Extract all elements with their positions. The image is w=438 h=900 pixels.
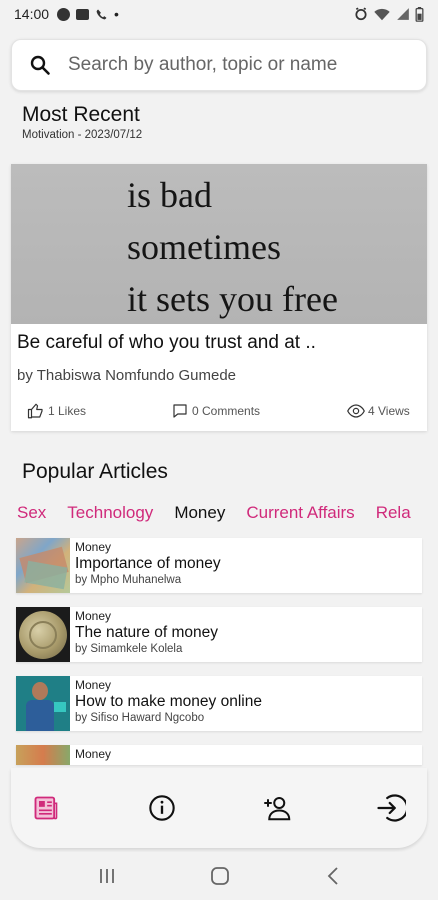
article-category: Money [75,678,112,692]
app-notification-icon [57,7,71,21]
status-bar: 14:00 • [0,0,438,28]
image-text-line: sometimes [127,227,281,267]
search-icon [30,55,50,75]
views-stat: 4 Views [347,402,410,420]
article-author: by Simamkele Kolela [75,643,183,655]
likes-stat[interactable]: 1 Likes [27,402,86,420]
nav-add-user-button[interactable] [262,792,294,824]
featured-article-title[interactable]: Be careful of who you trust and at .. [17,332,316,354]
comments-stat[interactable]: 0 Comments [171,402,260,420]
list-item[interactable]: Money The nature of money by Simamkele K… [16,607,422,662]
nav-info-button[interactable] [146,792,178,824]
views-count: 4 Views [368,404,410,418]
comment-icon [173,404,187,418]
article-author: by Mpho Muhanelwa [75,574,182,586]
image-text-line: it sets you free [127,279,338,319]
recent-apps-icon[interactable] [95,864,119,888]
popular-articles-heading: Popular Articles [22,460,168,483]
list-item[interactable]: Money How to make money online by Sifiso… [16,676,422,731]
articles-icon [34,796,58,820]
tab-money[interactable]: Money [174,503,225,523]
article-thumbnail [16,676,70,731]
dot-indicator: • [114,6,119,22]
comments-count: 0 Comments [192,404,261,418]
thumbs-up-icon [27,403,43,419]
article-category: Money [75,609,112,623]
article-thumbnail [16,538,70,593]
notification-icons: • [57,6,119,22]
nav-articles-button[interactable] [30,792,62,824]
list-item[interactable]: Money [16,745,422,765]
search-bar[interactable] [11,39,427,91]
system-icons [354,6,424,22]
most-recent-meta: Motivation - 2023/07/12 [22,129,143,141]
eye-icon [347,404,365,418]
status-time: 14:00 [14,6,50,22]
article-thumbnail [16,745,70,765]
category-tabs: Sex Technology Money Current Affairs Rel… [17,503,411,523]
signal-icon [397,8,409,20]
article-thumbnail [16,607,70,662]
featured-article-card[interactable]: is bad sometimes it sets you free Be car… [11,164,427,431]
logout-icon [377,794,406,822]
image-text-line: is bad [127,175,212,215]
search-input[interactable] [68,54,408,76]
article-title: The nature of money [75,624,219,641]
tab-technology[interactable]: Technology [67,503,153,523]
list-item[interactable]: Money Importance of money by Mpho Muhane… [16,538,422,593]
home-icon[interactable] [208,864,232,888]
likes-count: 1 Likes [48,404,87,418]
info-icon [149,795,175,821]
article-author: by Sifiso Haward Ngcobo [75,712,205,724]
battery-icon [415,6,424,22]
missed-call-icon [96,9,107,19]
wifi-icon [374,8,390,21]
article-title: Importance of money [75,555,221,572]
alarm-icon [355,7,367,21]
tab-sex[interactable]: Sex [17,503,46,523]
gallery-notification-icon [76,8,90,20]
article-category: Money [75,747,112,761]
featured-article-image: is bad sometimes it sets you free [11,164,427,324]
add-user-icon [264,797,291,821]
nav-logout-button[interactable] [375,792,407,824]
system-navigation-bar [0,852,438,900]
tab-relationships[interactable]: Rela [376,503,411,523]
article-title: How to make money online [75,693,262,710]
bottom-navigation [11,768,427,848]
back-icon[interactable] [322,864,346,888]
featured-article-author: by Thabiswa Nomfundo Gumede [17,367,237,384]
article-category: Money [75,540,112,554]
article-stats: 1 Likes 0 Comments 4 Views [11,396,427,426]
most-recent-heading: Most Recent [22,103,140,126]
tab-current-affairs[interactable]: Current Affairs [246,503,354,523]
